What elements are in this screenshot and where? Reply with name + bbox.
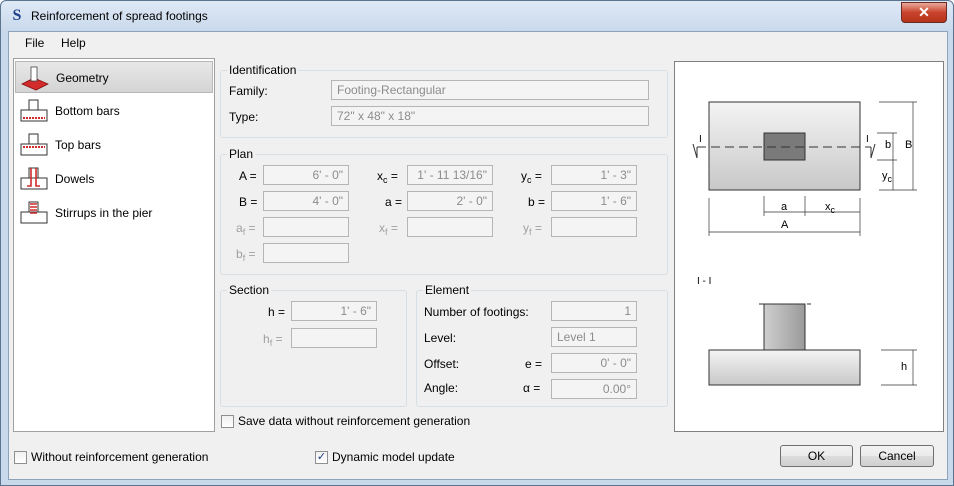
close-button[interactable]: ✕	[901, 2, 947, 23]
yc-label: yc =	[521, 169, 542, 185]
dim-xc-label: xc	[825, 201, 835, 215]
af-field[interactable]	[263, 217, 349, 237]
nav-label: Bottom bars	[55, 104, 120, 118]
angle-field[interactable]: 0.00°	[551, 379, 637, 399]
yc-field[interactable]: 1' - 3"	[551, 165, 637, 185]
xc-field[interactable]: 1' - 11 13/16"	[407, 165, 493, 185]
B-label: B =	[239, 195, 258, 209]
level-field[interactable]: Level 1	[551, 327, 637, 347]
bottom-bars-icon	[20, 99, 48, 122]
footing-diagram: I I b B yc a xc A I - I h	[674, 61, 944, 432]
af-label: af =	[236, 221, 256, 237]
footing-drawing	[692, 101, 917, 386]
dowels-icon	[20, 167, 48, 190]
a-label: a =	[385, 195, 403, 209]
top-bars-icon	[20, 133, 48, 156]
save-without-checkbox[interactable]	[221, 415, 234, 428]
nav-label: Top bars	[55, 138, 102, 152]
section-mark-left: I	[699, 134, 702, 145]
type-field[interactable]: 72" x 48" x 18"	[331, 106, 649, 126]
offset-field[interactable]: 0' - 0"	[551, 353, 637, 373]
offset-label: Offset:	[424, 357, 460, 371]
menu-bar: File Help	[9, 32, 947, 54]
hf-field[interactable]	[291, 328, 377, 348]
nav-item-top-bars[interactable]: Top bars	[15, 129, 213, 161]
level-label: Level:	[424, 331, 457, 345]
B-field[interactable]: 4' - 0"	[263, 191, 349, 211]
window-title: Reinforcement of spread footings	[31, 9, 208, 23]
dim-b-label: b	[885, 139, 892, 151]
geometry-icon	[21, 66, 49, 91]
footings-count-label: Number of footings:	[424, 305, 529, 319]
dim-yc-label: yc	[882, 170, 892, 184]
bf-field[interactable]	[263, 243, 349, 263]
b-field[interactable]: 1' - 6"	[551, 191, 637, 211]
dialog-client: File Help Geometry Bottom bars Top bars …	[8, 31, 948, 480]
a-field[interactable]: 2' - 0"	[407, 191, 493, 211]
app-logo-icon: S	[12, 7, 22, 24]
title-bar[interactable]: S Reinforcement of spread footings ✕	[1, 1, 953, 31]
menu-file[interactable]: File	[25, 36, 44, 50]
b-label: b =	[528, 195, 546, 209]
dim-a-label: a	[781, 201, 788, 213]
without-generation-checkbox[interactable]	[14, 451, 27, 464]
nav-item-bottom-bars[interactable]: Bottom bars	[15, 95, 213, 127]
angle-symbol: α =	[523, 381, 541, 395]
nav-label: Dowels	[55, 172, 95, 186]
menu-help[interactable]: Help	[61, 36, 86, 50]
nav-item-stirrups[interactable]: Stirrups in the pier	[15, 197, 213, 229]
hf-label: hf =	[263, 332, 283, 348]
yf-field[interactable]	[551, 217, 637, 237]
section-legend: Section	[229, 283, 270, 297]
dim-B-label: B	[905, 139, 913, 151]
nav-label: Stirrups in the pier	[55, 206, 153, 220]
nav-item-geometry[interactable]: Geometry	[15, 61, 213, 93]
cancel-button[interactable]: Cancel	[860, 445, 934, 467]
h-label: h =	[268, 305, 286, 319]
plan-legend: Plan	[229, 147, 254, 161]
category-list: Geometry Bottom bars Top bars Dowels Sti…	[13, 58, 215, 432]
stirrups-icon	[20, 201, 48, 224]
angle-label: Angle:	[424, 381, 459, 395]
ok-button[interactable]: OK	[780, 445, 853, 467]
A-label: A =	[239, 169, 257, 183]
A-field[interactable]: 6' - 0"	[263, 165, 349, 185]
checkmark-icon: ✓	[316, 451, 327, 463]
save-without-label: Save data without reinforcement generati…	[238, 414, 471, 428]
family-label: Family:	[229, 84, 268, 98]
footings-count-field[interactable]: 1	[551, 301, 637, 321]
offset-symbol: e =	[525, 357, 543, 371]
dynamic-update-checkbox[interactable]: ✓	[315, 451, 328, 464]
xf-field[interactable]	[407, 217, 493, 237]
nav-label: Geometry	[56, 71, 109, 85]
element-legend: Element	[425, 283, 470, 297]
h-field[interactable]: 1' - 6"	[291, 301, 377, 321]
identification-legend: Identification	[229, 63, 297, 77]
nav-item-dowels[interactable]: Dowels	[15, 163, 213, 195]
family-field[interactable]: Footing-Rectangular	[331, 80, 649, 100]
bf-label: bf =	[236, 247, 256, 263]
dialog-window: S Reinforcement of spread footings ✕ Fil…	[0, 0, 954, 486]
dynamic-update-label: Dynamic model update	[332, 450, 455, 464]
without-generation-label: Without reinforcement generation	[31, 450, 209, 464]
section-mark-right: I	[866, 134, 869, 145]
xc-label: xc =	[377, 169, 398, 185]
yf-label: yf =	[523, 221, 542, 237]
xf-label: xf =	[379, 221, 398, 237]
dim-A-label: A	[781, 219, 789, 231]
identification-group: Identification	[220, 63, 668, 138]
section-title: I - I	[697, 276, 712, 287]
dim-h-label: h	[901, 361, 908, 373]
type-label: Type:	[229, 110, 259, 124]
